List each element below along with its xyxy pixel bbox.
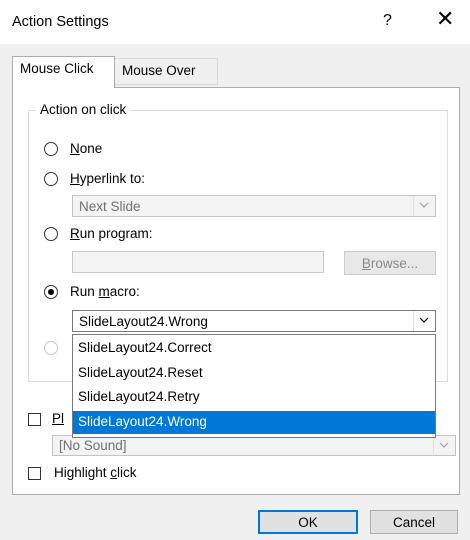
macro-select[interactable]: SlideLayout24.Wrong [72, 310, 436, 332]
browse-button[interactable]: Browse... [344, 251, 436, 275]
highlight-click-checkbox[interactable] [28, 467, 41, 480]
tab-mouse-click-label: Mouse Click [20, 61, 94, 76]
radio-none-label[interactable]: None [70, 141, 102, 156]
cancel-button[interactable]: Cancel [370, 510, 458, 534]
radio-run-macro[interactable] [44, 285, 58, 299]
sound-select-value: [No Sound] [59, 438, 127, 453]
radio-run-program[interactable] [44, 227, 58, 241]
hyperlink-select[interactable]: Next Slide [72, 195, 436, 217]
chevron-down-icon [413, 311, 435, 331]
highlight-click-label[interactable]: Highlight click [54, 465, 137, 480]
close-icon[interactable]: ✕ [436, 8, 454, 30]
dropdown-item-reset[interactable]: SlideLayout24.Reset [73, 362, 435, 385]
radio-hyperlink[interactable] [44, 172, 58, 186]
program-path-input[interactable] [72, 251, 324, 273]
sound-select: [No Sound] [52, 435, 456, 456]
ok-button[interactable]: OK [258, 510, 358, 534]
tab-mouse-over-label: Mouse Over [122, 63, 196, 78]
radio-hyperlink-label[interactable]: Hyperlink to: [70, 171, 145, 186]
tab-mouse-over[interactable]: Mouse Over [115, 58, 218, 85]
dropdown-item-correct[interactable]: SlideLayout24.Correct [73, 337, 435, 360]
radio-run-program-label[interactable]: Run program: [70, 226, 153, 241]
radio-object-action [44, 341, 58, 355]
dropdown-item-retry[interactable]: SlideLayout24.Retry [73, 386, 435, 409]
dropdown-item-wrong[interactable]: SlideLayout24.Wrong [73, 411, 435, 434]
action-group-legend: Action on click [36, 102, 131, 117]
play-sound-label[interactable]: Pl [52, 411, 64, 426]
macro-select-value: SlideLayout24.Wrong [79, 314, 208, 329]
play-sound-checkbox[interactable] [28, 413, 41, 426]
radio-none[interactable] [44, 142, 58, 156]
tab-mouse-click[interactable]: Mouse Click [12, 56, 115, 88]
dialog-title: Action Settings [12, 14, 109, 30]
help-icon[interactable]: ? [383, 12, 392, 30]
chevron-down-icon [413, 196, 435, 216]
chevron-down-icon [433, 436, 455, 456]
macro-dropdown-list[interactable]: SlideLayout24.Correct SlideLayout24.Rese… [72, 334, 436, 438]
hyperlink-select-value: Next Slide [79, 199, 141, 214]
radio-run-macro-label[interactable]: Run macro: [70, 284, 140, 299]
